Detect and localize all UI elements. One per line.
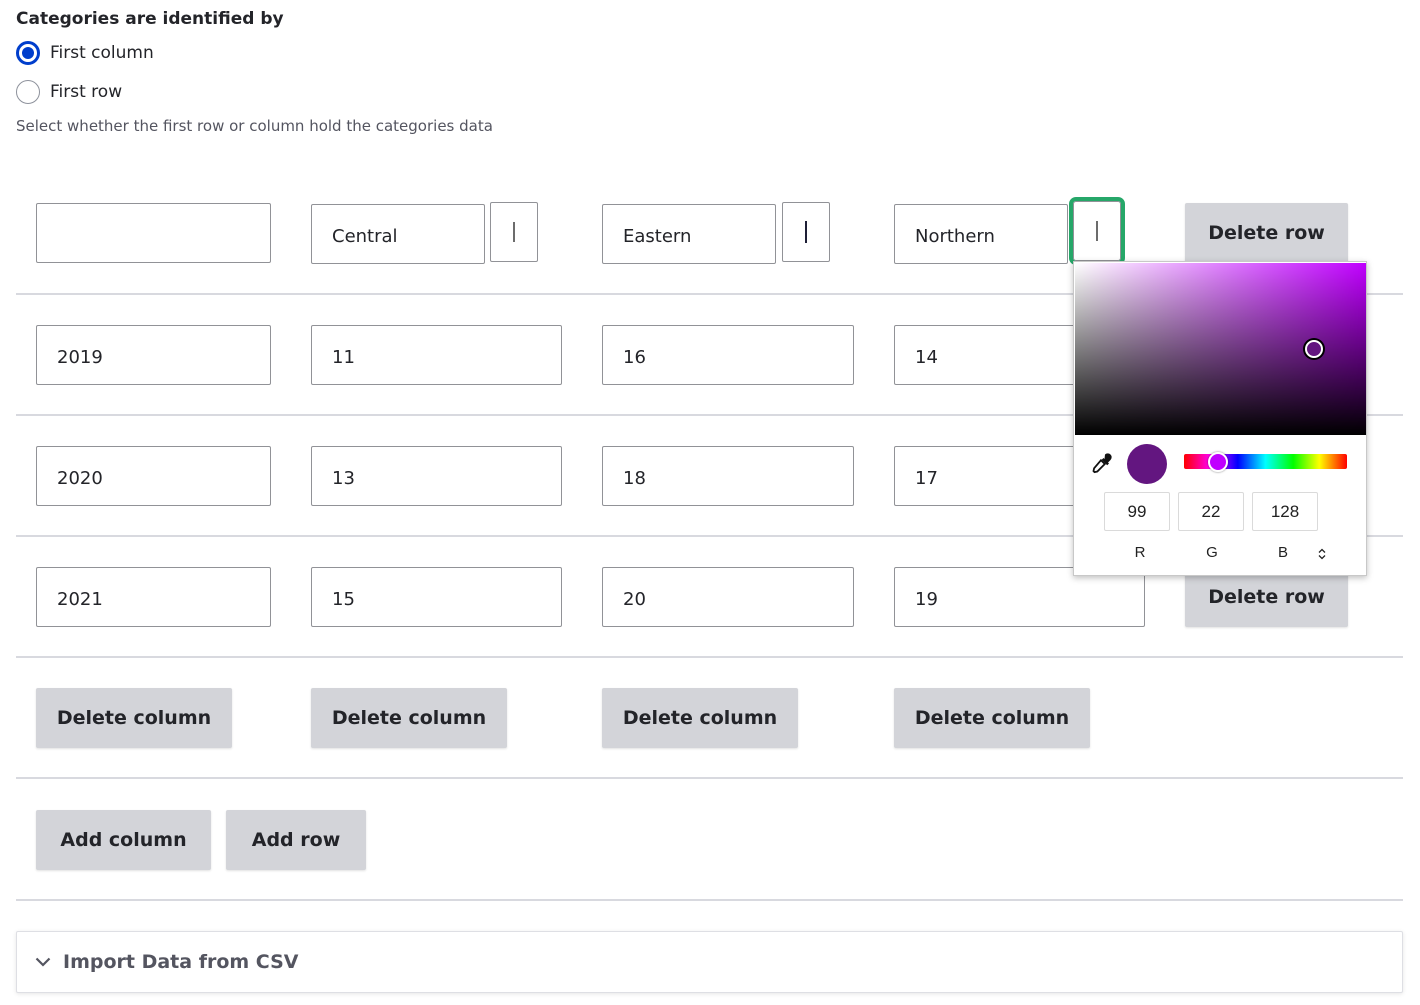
color-swatch-button-active[interactable] [1073, 201, 1121, 261]
header-cell-central[interactable]: Central [311, 204, 485, 264]
radio-first-column[interactable]: First column [16, 41, 154, 65]
radio-checked-icon[interactable] [16, 41, 40, 65]
import-csv-details[interactable]: Import Data from CSV [16, 931, 1403, 993]
value-cell[interactable]: 16 [602, 325, 854, 385]
row-divider [16, 656, 1403, 658]
color-swatch-button[interactable] [490, 202, 538, 262]
color-picker-popup: 99 22 128 R G B [1073, 261, 1367, 576]
hue-slider-handle[interactable] [1208, 452, 1228, 472]
value-cell[interactable]: 11 [311, 325, 562, 385]
radio-first-row[interactable]: First row [16, 80, 122, 104]
red-label: R [1107, 544, 1173, 561]
categories-legend: Categories are identified by [16, 9, 284, 29]
eyedropper-icon[interactable] [1091, 452, 1113, 478]
value-cell[interactable]: 13 [311, 446, 562, 506]
delete-column-button[interactable]: Delete column [311, 688, 507, 748]
header-cell-northern[interactable]: Northern [894, 204, 1068, 264]
delete-column-button[interactable]: Delete column [602, 688, 798, 748]
color-preview-swatch [1127, 444, 1167, 484]
blue-label: B [1250, 544, 1316, 561]
add-column-button[interactable]: Add column [36, 810, 211, 870]
delete-row-button[interactable]: Delete row [1185, 567, 1348, 627]
swatch-color-icon [513, 222, 515, 242]
row-category-cell[interactable]: 2019 [36, 325, 271, 385]
blue-input[interactable]: 128 [1252, 492, 1318, 531]
row-category-cell[interactable]: 2020 [36, 446, 271, 506]
delete-row-button[interactable]: Delete row [1185, 203, 1348, 263]
green-label: G [1179, 544, 1245, 561]
import-csv-label: Import Data from CSV [63, 951, 299, 973]
header-cell-empty[interactable] [36, 203, 271, 263]
radio-label: First row [50, 82, 122, 102]
value-cell[interactable]: 15 [311, 567, 562, 627]
radio-label: First column [50, 43, 154, 63]
radio-unchecked-icon[interactable] [16, 80, 40, 104]
value-cell[interactable]: 19 [894, 567, 1145, 627]
categories-description: Select whether the first row or column h… [16, 117, 493, 135]
add-row-button[interactable]: Add row [226, 810, 366, 870]
saturation-value-handle[interactable] [1305, 340, 1323, 358]
red-input[interactable]: 99 [1104, 492, 1170, 531]
row-divider [16, 899, 1403, 901]
swatch-color-icon [805, 221, 807, 243]
value-cell[interactable]: 20 [602, 567, 854, 627]
row-category-cell[interactable]: 2021 [36, 567, 271, 627]
delete-column-button[interactable]: Delete column [894, 688, 1090, 748]
green-input[interactable]: 22 [1178, 492, 1244, 531]
color-mode-toggle-icon[interactable] [1317, 545, 1327, 564]
swatch-color-icon [1096, 221, 1098, 241]
chevron-down-icon [35, 957, 51, 967]
header-cell-eastern[interactable]: Eastern [602, 204, 776, 264]
hue-slider[interactable] [1184, 454, 1347, 469]
color-swatch-button[interactable] [782, 202, 830, 262]
saturation-value-area[interactable] [1075, 263, 1366, 435]
value-cell[interactable]: 18 [602, 446, 854, 506]
delete-column-button[interactable]: Delete column [36, 688, 232, 748]
row-divider [16, 777, 1403, 779]
